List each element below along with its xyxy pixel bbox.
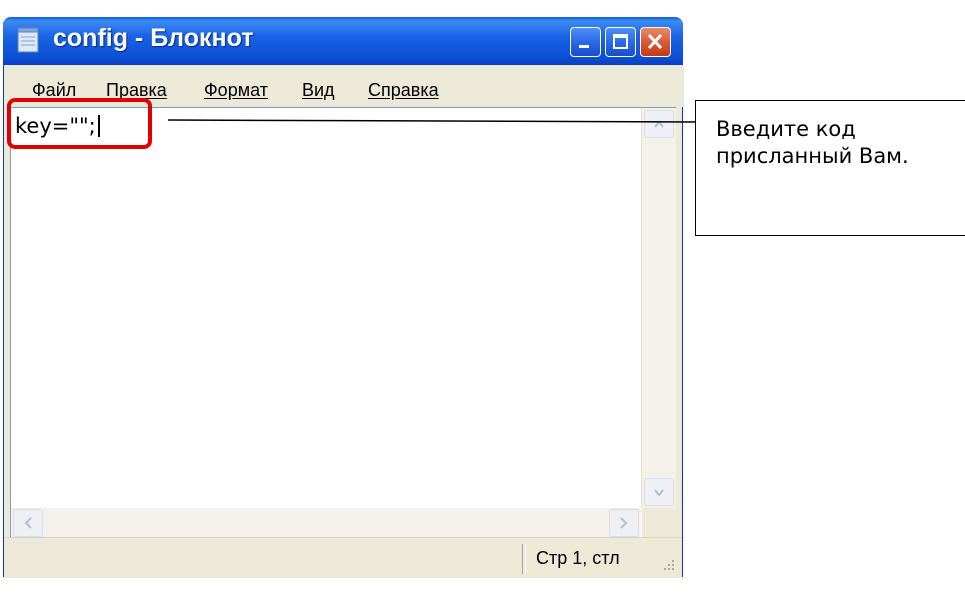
chevron-right-icon	[620, 517, 628, 529]
cursor-position: Стр 1, стл	[536, 548, 620, 568]
resize-grip-icon[interactable]	[662, 558, 676, 572]
minimize-icon	[579, 45, 589, 48]
vertical-scrollbar[interactable]	[641, 108, 676, 508]
close-button[interactable]	[640, 27, 671, 57]
scrollbar-corner	[642, 508, 676, 538]
chevron-up-icon	[654, 120, 664, 128]
key-highlight-frame	[7, 98, 152, 149]
notepad-icon	[17, 27, 39, 53]
menu-help[interactable]: Справка	[368, 80, 439, 101]
status-bar: Стр 1, стл	[4, 537, 682, 578]
text-editor[interactable]: key="";	[10, 107, 676, 538]
close-icon	[647, 33, 663, 50]
chevron-down-icon	[654, 489, 664, 497]
callout-line	[168, 119, 698, 123]
menu-view[interactable]: Вид	[302, 80, 335, 101]
maximize-icon	[613, 34, 628, 49]
scroll-right-button[interactable]	[609, 509, 639, 537]
title-bar[interactable]: config - Блокнот	[3, 17, 683, 65]
maximize-button[interactable]	[605, 27, 636, 57]
scroll-up-button[interactable]	[644, 110, 674, 138]
callout-text: Введите код присланный Вам.	[716, 117, 909, 168]
menu-format[interactable]: Формат	[204, 80, 268, 101]
minimize-button[interactable]	[570, 27, 601, 57]
window-title: config - Блокнот	[53, 24, 254, 52]
callout-box: Введите код присланный Вам.	[695, 100, 965, 236]
chevron-left-icon	[24, 517, 32, 529]
scroll-left-button[interactable]	[13, 509, 43, 537]
scroll-down-button[interactable]	[644, 478, 674, 506]
status-divider	[522, 544, 526, 574]
horizontal-scrollbar[interactable]	[11, 508, 641, 538]
